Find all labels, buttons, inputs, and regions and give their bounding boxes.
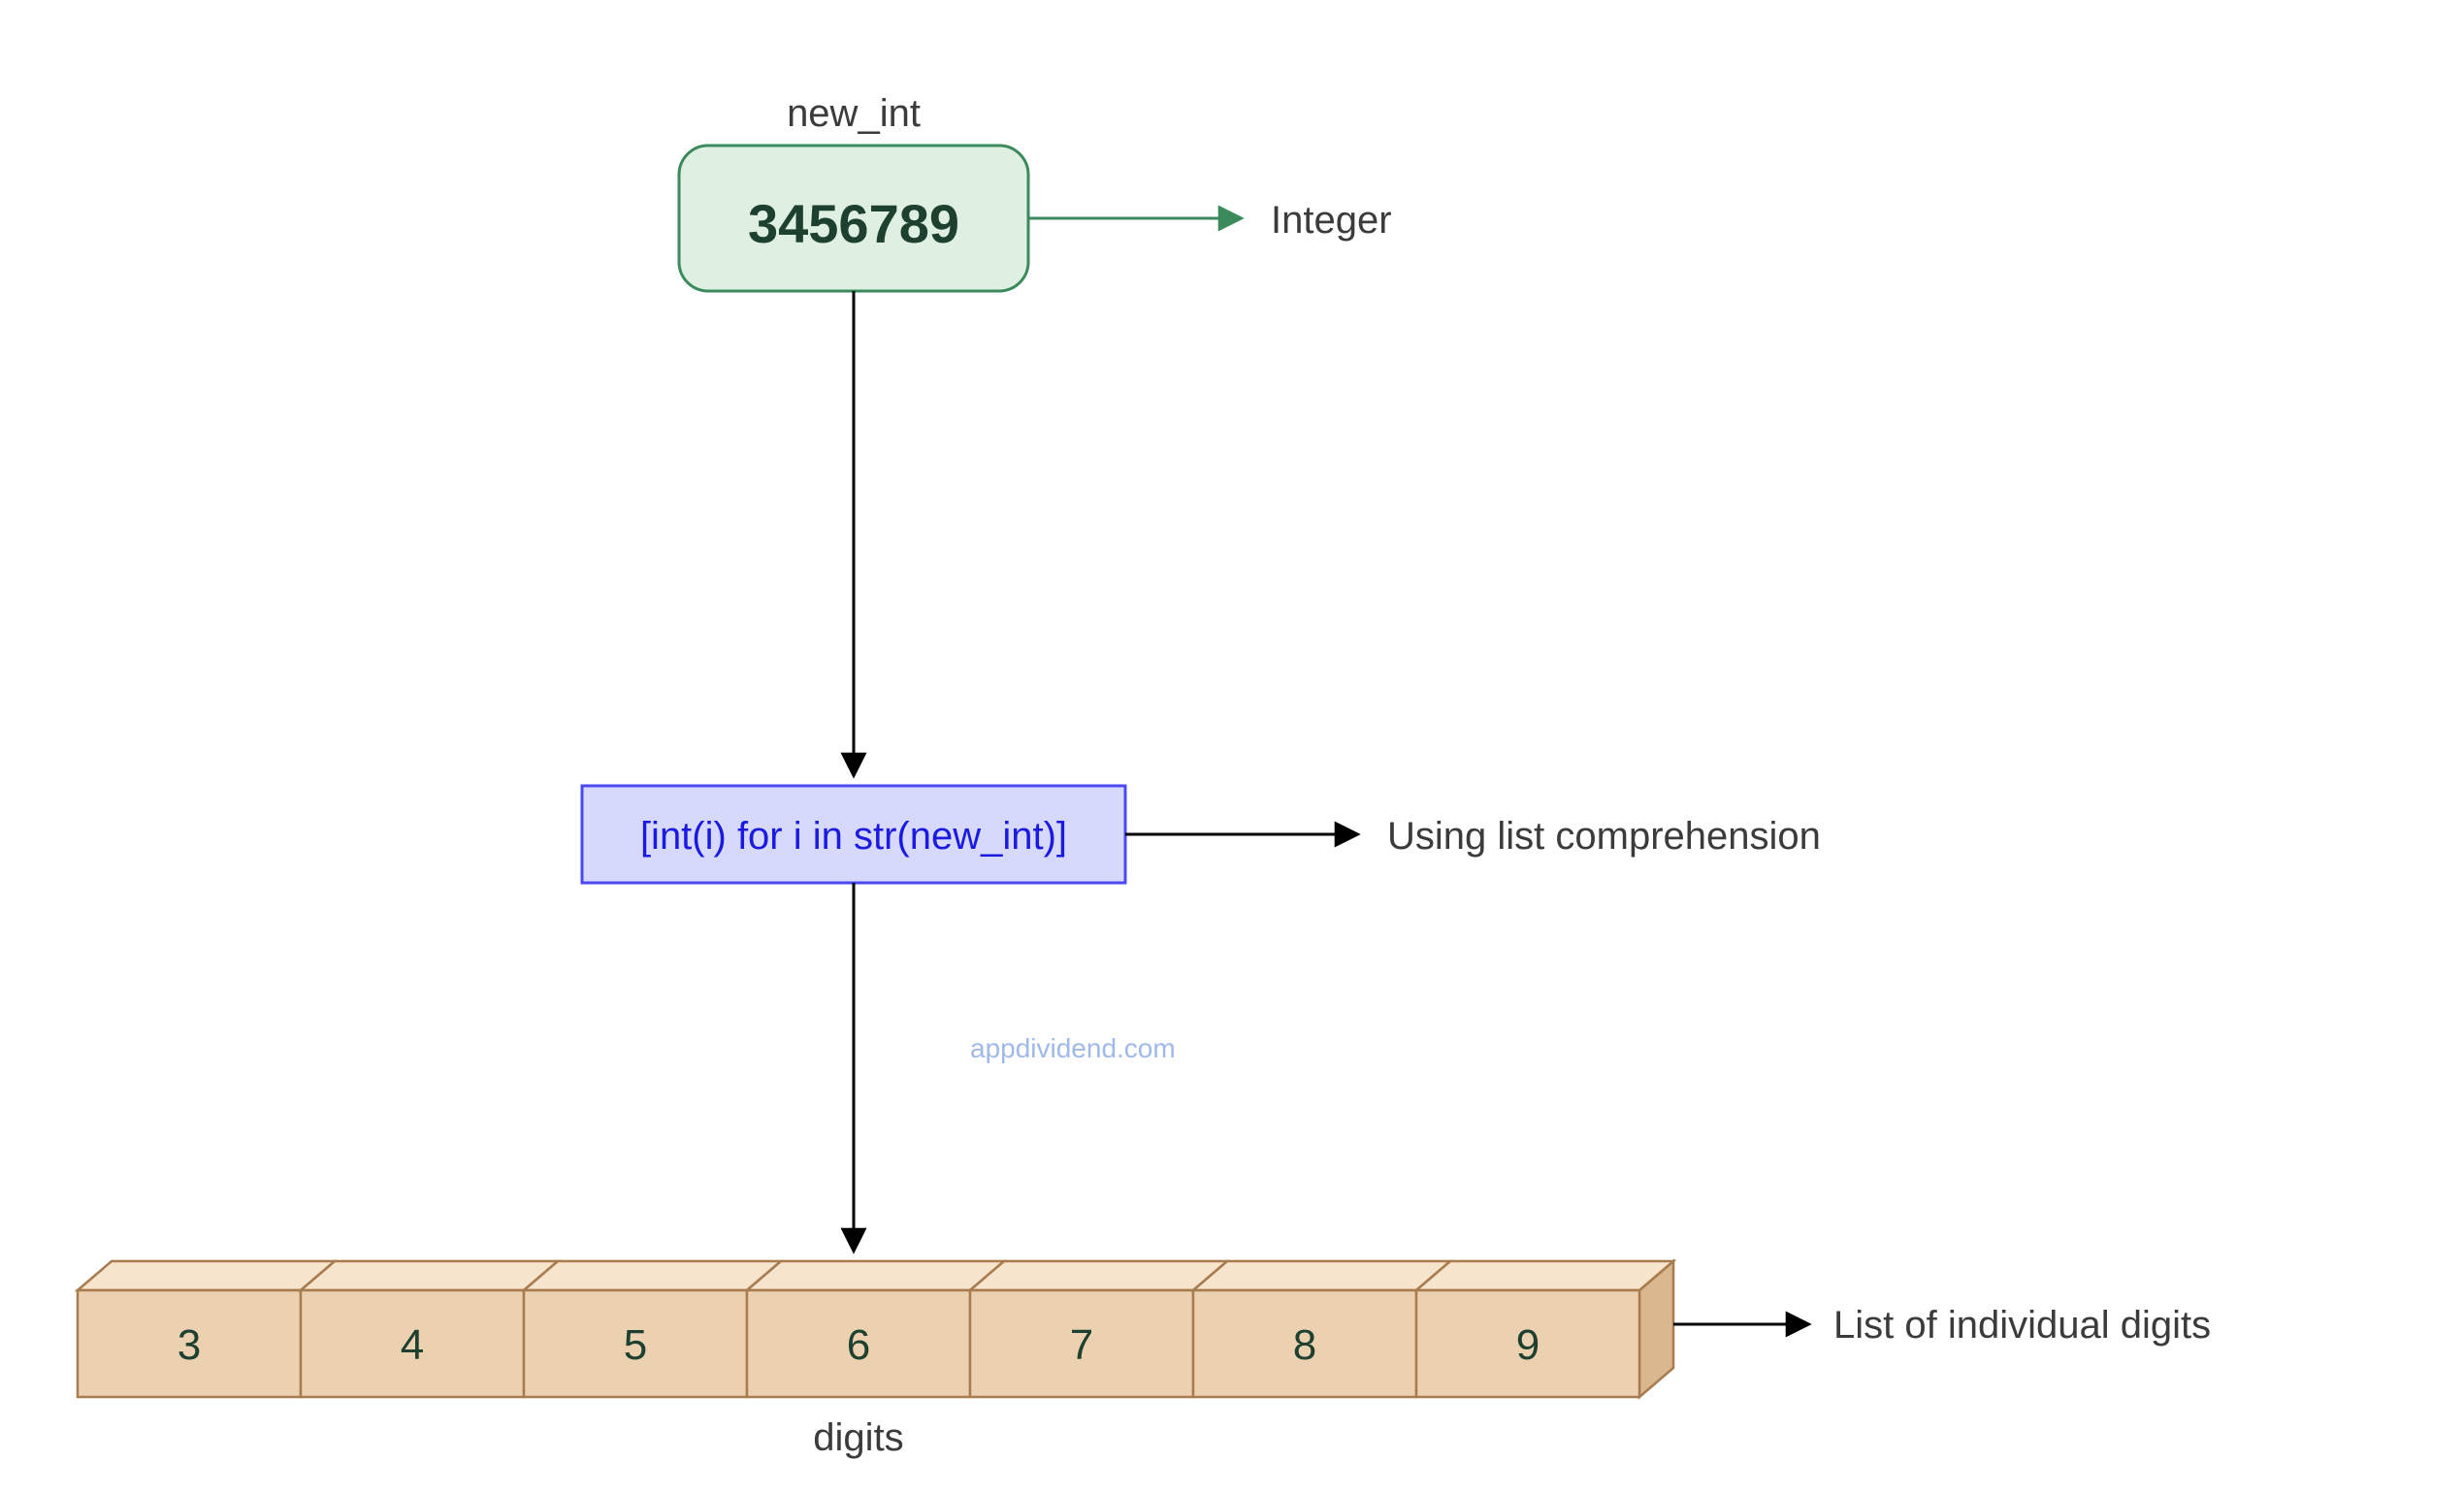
list-comprehension-code: [int(i) for i in str(new_int)]: [640, 815, 1067, 858]
integer-type-label: Integer: [1271, 199, 1392, 242]
list-cell-value: 4: [401, 1321, 424, 1369]
list-type-label: List of individual digits: [1833, 1304, 2211, 1347]
list-cell-value: 8: [1293, 1321, 1316, 1369]
code-box: [int(i) for i in str(new_int)]: [582, 786, 1125, 883]
integer-value: 3456789: [748, 193, 959, 254]
list-cell-value: 5: [624, 1321, 647, 1369]
var-name-top: new_int: [787, 92, 921, 135]
code-note: Using list comprehension: [1387, 815, 1821, 858]
list-cell-value: 9: [1516, 1321, 1540, 1369]
digits-list: 3 4 5 6 7 8 9: [78, 1261, 1673, 1397]
var-name-bottom: digits: [813, 1416, 903, 1459]
list-cell-value: 7: [1070, 1321, 1093, 1369]
list-cell-value: 3: [178, 1321, 201, 1369]
integer-box: new_int 3456789: [679, 92, 1028, 291]
watermark: appdividend.com: [970, 1033, 1176, 1063]
list-cell-value: 6: [847, 1321, 870, 1369]
